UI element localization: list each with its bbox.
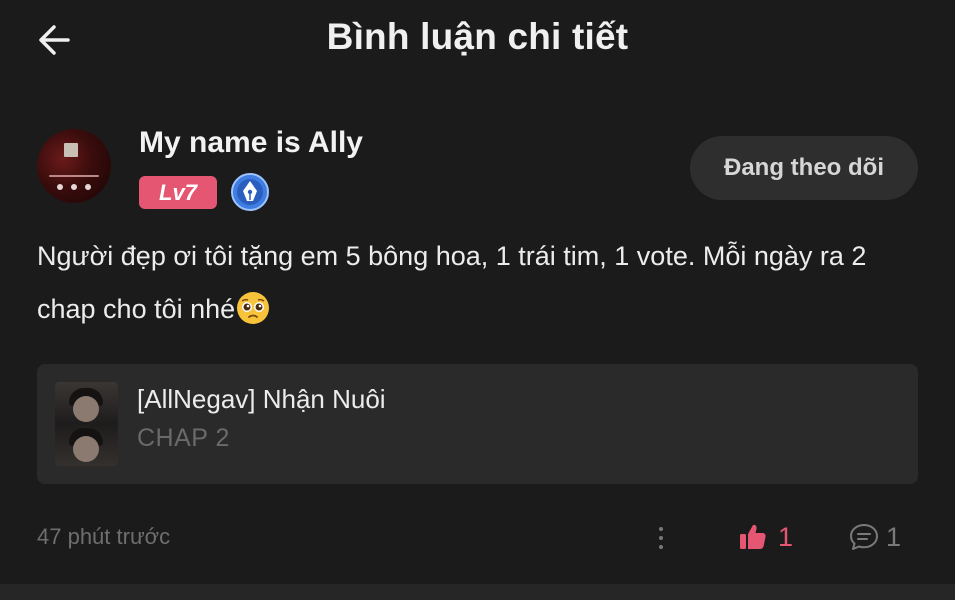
reply-count: 1 bbox=[886, 521, 902, 552]
more-dot bbox=[659, 527, 663, 531]
page-title: Bình luận chi tiết bbox=[326, 16, 629, 57]
comment-bubble-icon bbox=[850, 524, 878, 550]
cover-face-shape bbox=[73, 396, 99, 422]
story-card[interactable]: [AllNegav] Nhận Nuôi CHAP 2 bbox=[37, 364, 918, 484]
more-dot bbox=[659, 536, 663, 540]
level-badge: Lv7 bbox=[139, 176, 217, 209]
comment-text: Người đẹp ơi tôi tặng em 5 bông hoa, 1 t… bbox=[37, 230, 917, 336]
pen-nib-badge-icon bbox=[230, 172, 270, 212]
bottom-divider bbox=[0, 584, 955, 600]
cover-face-shape bbox=[73, 436, 99, 462]
story-title: [AllNegav] Nhận Nuôi bbox=[137, 384, 386, 414]
pleading-face-emoji-icon bbox=[235, 290, 271, 326]
avatar[interactable] bbox=[37, 129, 111, 203]
like-count: 1 bbox=[778, 521, 794, 552]
avatar-dot bbox=[57, 184, 63, 190]
more-options-icon[interactable] bbox=[650, 523, 672, 553]
avatar-album-art bbox=[64, 143, 78, 157]
story-chapter: CHAP 2 bbox=[137, 424, 230, 452]
username[interactable]: My name is Ally bbox=[139, 126, 363, 160]
following-button[interactable]: Đang theo dõi bbox=[690, 136, 918, 200]
avatar-dot bbox=[71, 184, 77, 190]
more-dot bbox=[659, 545, 663, 549]
avatar-dot bbox=[85, 184, 91, 190]
avatar-progress-bar bbox=[49, 175, 99, 177]
story-cover-image bbox=[55, 382, 118, 466]
header: Bình luận chi tiết bbox=[0, 0, 955, 80]
like-button[interactable]: 1 bbox=[738, 519, 793, 555]
thumbs-up-icon bbox=[740, 524, 766, 549]
comment-timestamp: 47 phút trước bbox=[37, 524, 171, 549]
reply-button[interactable]: 1 bbox=[848, 519, 901, 555]
comment-body: Người đẹp ơi tôi tặng em 5 bông hoa, 1 t… bbox=[37, 241, 867, 324]
